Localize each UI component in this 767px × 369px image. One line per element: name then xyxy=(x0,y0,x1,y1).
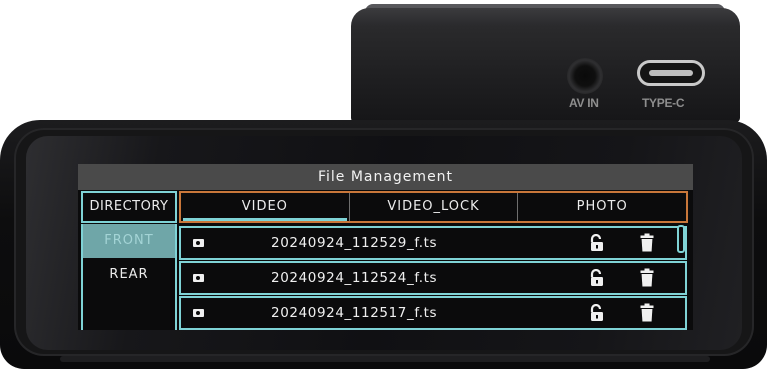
tab-photo[interactable]: PHOTO xyxy=(517,193,686,221)
file-name: 20240924_112524_f.ts xyxy=(271,270,438,286)
directory-header: DIRECTORY xyxy=(81,191,177,223)
file-list: 20240924_112529_f.ts 20240924_112524_f.t… xyxy=(179,226,687,330)
scrollbar[interactable] xyxy=(677,225,685,253)
page-title: File Management xyxy=(78,164,693,190)
av-in-label: AV IN xyxy=(569,96,599,110)
av-in-port xyxy=(567,58,603,94)
tab-bar: VIDEO VIDEO_LOCK PHOTO xyxy=(179,191,688,223)
trash-icon[interactable] xyxy=(640,303,654,322)
video-camera-icon xyxy=(193,309,204,317)
directory-list: FRONT REAR xyxy=(81,224,177,330)
file-row[interactable]: 20240924_112517_f.ts xyxy=(179,296,687,330)
file-row[interactable]: 20240924_112529_f.ts xyxy=(179,226,687,260)
trash-icon[interactable] xyxy=(640,233,654,252)
unlock-icon[interactable] xyxy=(589,234,605,252)
tab-video[interactable]: VIDEO xyxy=(181,193,349,221)
video-camera-icon xyxy=(193,239,204,247)
directory-item-front[interactable]: FRONT xyxy=(83,224,175,258)
unlock-icon[interactable] xyxy=(589,269,605,287)
trash-icon[interactable] xyxy=(640,268,654,287)
video-camera-icon xyxy=(193,274,204,282)
file-management-panel: File Management DIRECTORY VIDEO VIDEO_LO… xyxy=(78,164,693,330)
file-row[interactable]: 20240924_112524_f.ts xyxy=(179,261,687,295)
file-name: 20240924_112517_f.ts xyxy=(271,305,438,321)
tab-video-lock[interactable]: VIDEO_LOCK xyxy=(348,193,518,221)
file-name: 20240924_112529_f.ts xyxy=(271,235,438,251)
bottom-ridge xyxy=(60,356,710,362)
unlock-icon[interactable] xyxy=(589,304,605,322)
type-c-label: TYPE-C xyxy=(642,96,685,110)
directory-item-rear[interactable]: REAR xyxy=(83,258,175,292)
type-c-port xyxy=(637,60,705,86)
